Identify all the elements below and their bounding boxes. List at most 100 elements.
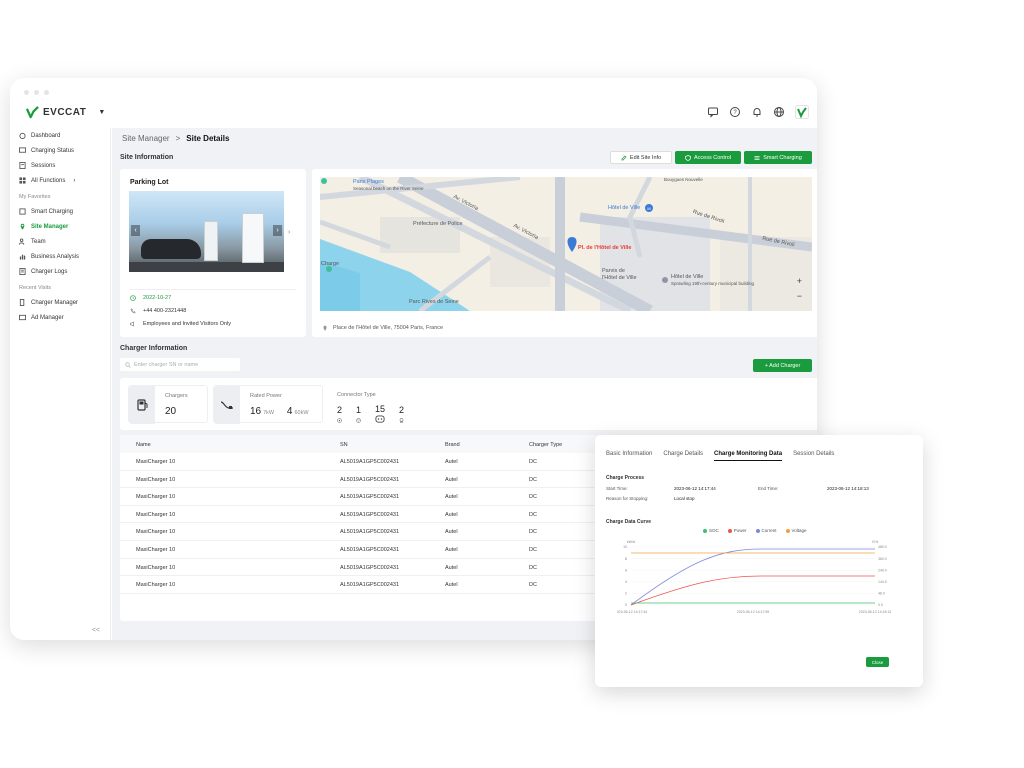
connector-type-label: Connector Type	[337, 392, 376, 398]
breadcrumb: Site Manager > Site Details	[122, 134, 229, 143]
tab-charge-monitoring-data[interactable]: Charge Monitoring Data	[714, 451, 783, 461]
series-line-power	[630, 575, 875, 606]
sidebar-item-site-manager[interactable]: Site Manager	[10, 219, 110, 234]
breadcrumb-current: Site Details	[186, 134, 230, 143]
sidebar-item-smart-charging[interactable]: Smart Charging	[10, 204, 110, 219]
edit-site-info-button[interactable]: Edit Site Info	[610, 151, 672, 164]
sidebar-item-dashboard[interactable]: Dashboard	[10, 128, 110, 143]
caret-down-icon[interactable]: ▼	[98, 109, 105, 116]
analysis-icon	[19, 254, 26, 260]
connector-type-3: 15	[375, 404, 385, 426]
charge-process-title: Charge Process	[606, 475, 645, 481]
table-cell-name: MaxiCharger 10	[136, 564, 176, 571]
connector-count: 15	[375, 404, 386, 414]
parking-lot-card: Parking Lot ‹ › › 2022-10-27 +44 400-232…	[120, 169, 306, 337]
y-right-tick-label: 48.0	[878, 592, 885, 596]
help-icon[interactable]: ?	[729, 106, 741, 118]
sidebar-item-label: All Functions	[31, 177, 66, 184]
connector-type-1: 2	[337, 405, 342, 425]
globe-icon[interactable]	[773, 106, 785, 118]
y-left-tick-label: 10	[623, 545, 627, 549]
y-right-axis-label: V/%	[872, 540, 878, 544]
y-left-tick-label: 4	[625, 580, 627, 584]
charger-search-input[interactable]: Enter charger SN or name	[120, 358, 240, 371]
sidebar-item-all-functions[interactable]: All Functions ›	[10, 173, 110, 188]
sidebar-item-charger-logs[interactable]: Charger Logs	[10, 264, 110, 279]
app-logo[interactable]: EVCCAT ▼	[26, 106, 106, 119]
svg-text:?: ?	[733, 110, 737, 116]
end-time-value: 2023-06-12 14:18:13	[827, 486, 869, 491]
brand-icon[interactable]	[795, 105, 809, 119]
charger-stats-card: Chargers 20 Rated Power 16 7kW 4 60kW Conn…	[120, 378, 817, 430]
close-button[interactable]: Close	[866, 657, 889, 667]
y-right-tick-label: 240.0	[878, 568, 887, 572]
edit-site-info-label: Edit Site Info	[629, 154, 662, 161]
chevron-left-icon[interactable]: ‹	[131, 225, 140, 236]
sidebar-item-label: Charger Logs	[31, 268, 68, 275]
tab-charge-details[interactable]: Charge Details	[663, 451, 703, 461]
ad-icon	[19, 314, 26, 321]
tab-basic-information[interactable]: Basic Information	[606, 451, 652, 461]
reason-label: Reason for Stopping:	[606, 496, 649, 501]
chevron-right-icon[interactable]: ›	[288, 229, 290, 236]
y-left-tick-label: 2	[625, 592, 627, 596]
y-right-tick-label: 144.0	[878, 580, 887, 584]
site-access: Employees and Invited Visitors Only	[130, 321, 231, 327]
rated-power-stat: Rated Power 16 7kW 4 60kW	[213, 385, 323, 424]
legend-voltage[interactable]: Voltage	[785, 528, 807, 533]
svg-text:M: M	[647, 206, 650, 211]
sidebar-item-business-analysis[interactable]: Business Analysis	[10, 249, 110, 264]
table-cell-sn: AL5019A1GP5C002431	[340, 494, 400, 501]
y-left-axis-label: kW/A	[627, 540, 636, 544]
charger-information-title: Charger Information	[120, 345, 188, 352]
smart-charging-button[interactable]: Smart Charging	[744, 151, 812, 164]
search-icon	[125, 361, 131, 368]
sidebar-item-team[interactable]: Team	[10, 234, 110, 249]
gbt-connector-icon	[399, 418, 404, 423]
map-graphic: M	[320, 177, 812, 311]
sidebar-section-favorites: My Favorites	[19, 194, 51, 200]
table-cell-name: MaxiCharger 10	[136, 476, 176, 483]
map-label: Paris Plages	[353, 179, 384, 185]
sidebar-item-label: Business Analysis	[31, 253, 80, 260]
sidebar-item-charger-manager[interactable]: Charger Manager	[10, 295, 110, 310]
map-label: Bouygues Nouvelle	[664, 177, 703, 182]
charge-data-chart: kW/A V/% 10 480.0 8 360.0 6 240.0 4 144.0 2 48.0 0 0.…	[617, 540, 891, 614]
legend-soc[interactable]: SOC	[703, 528, 719, 533]
legend-power[interactable]: Power	[727, 528, 747, 533]
bell-icon[interactable]	[751, 106, 763, 118]
site-phone-value: +44 400-2321448	[143, 308, 187, 314]
rated-power-unit: 7kW	[263, 410, 275, 416]
charge-curve-title: Charge Data Curve	[606, 519, 652, 525]
site-map[interactable]: M Paris Plages Seasonal beach on the Riv…	[320, 177, 812, 311]
access-control-button[interactable]: Access Control	[675, 151, 741, 164]
shield-icon	[685, 154, 691, 161]
zoom-out-button[interactable]: −	[797, 291, 802, 301]
sidebar-item-sessions[interactable]: Sessions	[10, 158, 110, 173]
rated-power-count: 4	[286, 406, 293, 417]
sidebar-item-ad-manager[interactable]: Ad Manager	[10, 310, 110, 325]
y-right-tick-label: 360.0	[878, 557, 887, 561]
window-controls	[24, 90, 49, 95]
site-photo: ‹ ›	[129, 191, 284, 272]
type2-connector-icon	[356, 418, 361, 423]
chevron-right-icon[interactable]: ›	[273, 225, 282, 236]
zoom-in-button[interactable]: +	[797, 276, 802, 286]
sidebar-item-charging-status[interactable]: Charging Status	[10, 143, 110, 158]
message-icon[interactable]	[707, 106, 719, 118]
y-left-tick-label: 6	[625, 568, 627, 572]
legend-current[interactable]: Current	[755, 528, 777, 533]
map-label: Parc Rives de Seine	[409, 299, 459, 305]
collapse-sidebar-icon[interactable]: <<	[92, 627, 100, 634]
map-card: M Paris Plages Seasonal beach on the Riv…	[312, 169, 817, 337]
end-time-label: End Time:	[758, 486, 779, 491]
dashboard-icon	[19, 132, 26, 139]
table-cell-sn: AL5019A1GP5C002431	[340, 564, 400, 571]
charge-detail-modal: Basic Information Charge Details Charge …	[595, 435, 923, 687]
add-charger-button[interactable]: + Add Charger	[753, 359, 812, 372]
table-cell-name: MaxiCharger 10	[136, 494, 176, 501]
tab-session-details[interactable]: Session Details	[793, 451, 834, 461]
series-line-current	[630, 548, 875, 606]
breadcrumb-parent[interactable]: Site Manager	[122, 134, 170, 143]
map-label: Sprawling 19th-century municipal buildin…	[671, 281, 755, 286]
